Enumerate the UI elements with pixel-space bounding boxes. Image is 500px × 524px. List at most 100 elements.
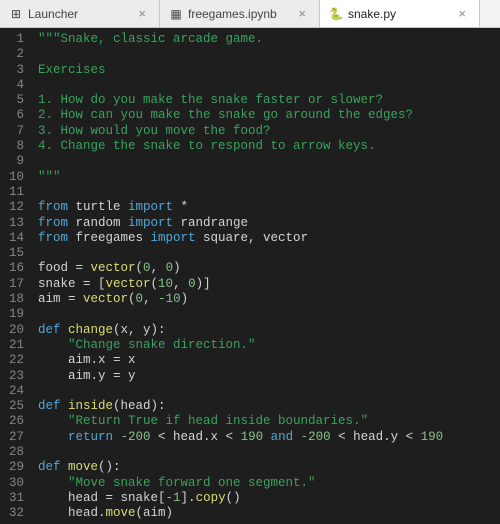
tab-label: snake.py [348, 7, 396, 21]
code-line[interactable] [38, 384, 492, 399]
token-str: 1. How do you make the snake faster or s… [38, 93, 383, 107]
line-number-gutter: 1234567891011121314151617181920212223242… [0, 28, 30, 524]
line-number: 10 [2, 170, 24, 185]
token-punct: (aim) [136, 506, 174, 520]
token-punct: ) [181, 292, 189, 306]
line-number: 29 [2, 460, 24, 475]
token-punct: (): [98, 460, 121, 474]
code-line[interactable]: aim = vector(0, -10) [38, 292, 492, 307]
token-ident: < head.y < [331, 430, 421, 444]
token-def: vector [91, 261, 136, 275]
code-line[interactable] [38, 78, 492, 93]
code-line[interactable]: 4. Change the snake to respond to arrow … [38, 139, 492, 154]
code-line[interactable] [38, 307, 492, 322]
token-num: -200 [121, 430, 151, 444]
token-num: -1 [166, 491, 181, 505]
code-line[interactable]: "Return True if head inside boundaries." [38, 414, 492, 429]
line-number: 31 [2, 491, 24, 506]
line-number: 25 [2, 399, 24, 414]
code-line[interactable]: food = vector(0, 0) [38, 261, 492, 276]
line-number: 26 [2, 414, 24, 429]
code-line[interactable]: aim.y = y [38, 369, 492, 384]
token-num: 190 [421, 430, 444, 444]
code-line[interactable] [38, 185, 492, 200]
token-key: def [38, 399, 68, 413]
line-number: 30 [2, 476, 24, 491]
token-def: change [68, 323, 113, 337]
code-line[interactable]: 1. How do you make the snake faster or s… [38, 93, 492, 108]
token-key: from [38, 200, 76, 214]
token-ident: aim.y = y [38, 369, 136, 383]
token-punct: ( [136, 261, 144, 275]
token-str: 3. How would you move the food? [38, 124, 271, 138]
token-def: inside [68, 399, 113, 413]
token-str: "Move snake forward one segment." [68, 476, 316, 490]
code-line[interactable]: snake = [vector(10, 0)] [38, 277, 492, 292]
code-line[interactable]: def inside(head): [38, 399, 492, 414]
tab-launcher[interactable]: ⊞Launcher× [0, 0, 160, 27]
token-key: import [128, 216, 181, 230]
code-line[interactable]: def change(x, y): [38, 323, 492, 338]
tab-freegames-ipynb[interactable]: ▦freegames.ipynb× [160, 0, 320, 27]
code-line[interactable]: 3. How would you move the food? [38, 124, 492, 139]
close-icon[interactable]: × [135, 6, 149, 21]
close-icon[interactable]: × [455, 6, 469, 21]
tab-snake-py[interactable]: 🐍snake.py× [320, 0, 480, 27]
token-punct: ]. [181, 491, 196, 505]
code-line[interactable] [38, 47, 492, 62]
token-num: -200 [301, 430, 331, 444]
token-key: from [38, 231, 76, 245]
line-number: 23 [2, 369, 24, 384]
line-number: 18 [2, 292, 24, 307]
token-ident: food = [38, 261, 91, 275]
code-line[interactable]: head.move(aim) [38, 506, 492, 521]
code-line[interactable] [38, 445, 492, 460]
token-key: return [68, 430, 121, 444]
code-line[interactable]: from random import randrange [38, 216, 492, 231]
line-number: 9 [2, 154, 24, 169]
line-number: 5 [2, 93, 24, 108]
close-icon[interactable]: × [295, 6, 309, 21]
code-line[interactable]: from turtle import * [38, 200, 492, 215]
line-number: 16 [2, 261, 24, 276]
token-punct: (head): [113, 399, 166, 413]
code-area[interactable]: """Snake, classic arcade game. Exercises… [30, 28, 500, 524]
code-line[interactable]: "Move snake forward one segment." [38, 476, 492, 491]
code-line[interactable]: Exercises [38, 63, 492, 78]
token-num: 0 [136, 292, 144, 306]
line-number: 17 [2, 277, 24, 292]
code-line[interactable] [38, 246, 492, 261]
tab-label: Launcher [28, 7, 78, 21]
code-line[interactable]: aim.x = x [38, 353, 492, 368]
token-punct: , [173, 277, 188, 291]
token-str: """Snake, classic arcade game. [38, 32, 263, 46]
line-number: 14 [2, 231, 24, 246]
line-number: 12 [2, 200, 24, 215]
token-punct: )] [196, 277, 211, 291]
token-key: from [38, 216, 76, 230]
line-number: 19 [2, 307, 24, 322]
line-number: 7 [2, 124, 24, 139]
token-punct: , [143, 292, 158, 306]
token-num: -10 [158, 292, 181, 306]
code-line[interactable]: return -200 < head.x < 190 and -200 < he… [38, 430, 492, 445]
token-num: 0 [188, 277, 196, 291]
code-line[interactable] [38, 154, 492, 169]
token-punct: ( [151, 277, 159, 291]
token-ident: turtle [76, 200, 129, 214]
token-punct: * [181, 200, 189, 214]
token-str: 4. Change the snake to respond to arrow … [38, 139, 376, 153]
code-line[interactable]: head = snake[-1].copy() [38, 491, 492, 506]
code-line[interactable]: def move(): [38, 460, 492, 475]
token-num: 0 [166, 261, 174, 275]
code-line[interactable]: """ [38, 170, 492, 185]
tab-bar: ⊞Launcher×▦freegames.ipynb×🐍snake.py× [0, 0, 500, 28]
token-punct: () [226, 491, 241, 505]
line-number: 1 [2, 32, 24, 47]
code-line[interactable]: "Change snake direction." [38, 338, 492, 353]
code-line[interactable]: from freegames import square, vector [38, 231, 492, 246]
code-line[interactable]: """Snake, classic arcade game. [38, 32, 492, 47]
code-editor[interactable]: 1234567891011121314151617181920212223242… [0, 28, 500, 524]
code-line[interactable]: 2. How can you make the snake go around … [38, 108, 492, 123]
token-str: 2. How can you make the snake go around … [38, 108, 413, 122]
